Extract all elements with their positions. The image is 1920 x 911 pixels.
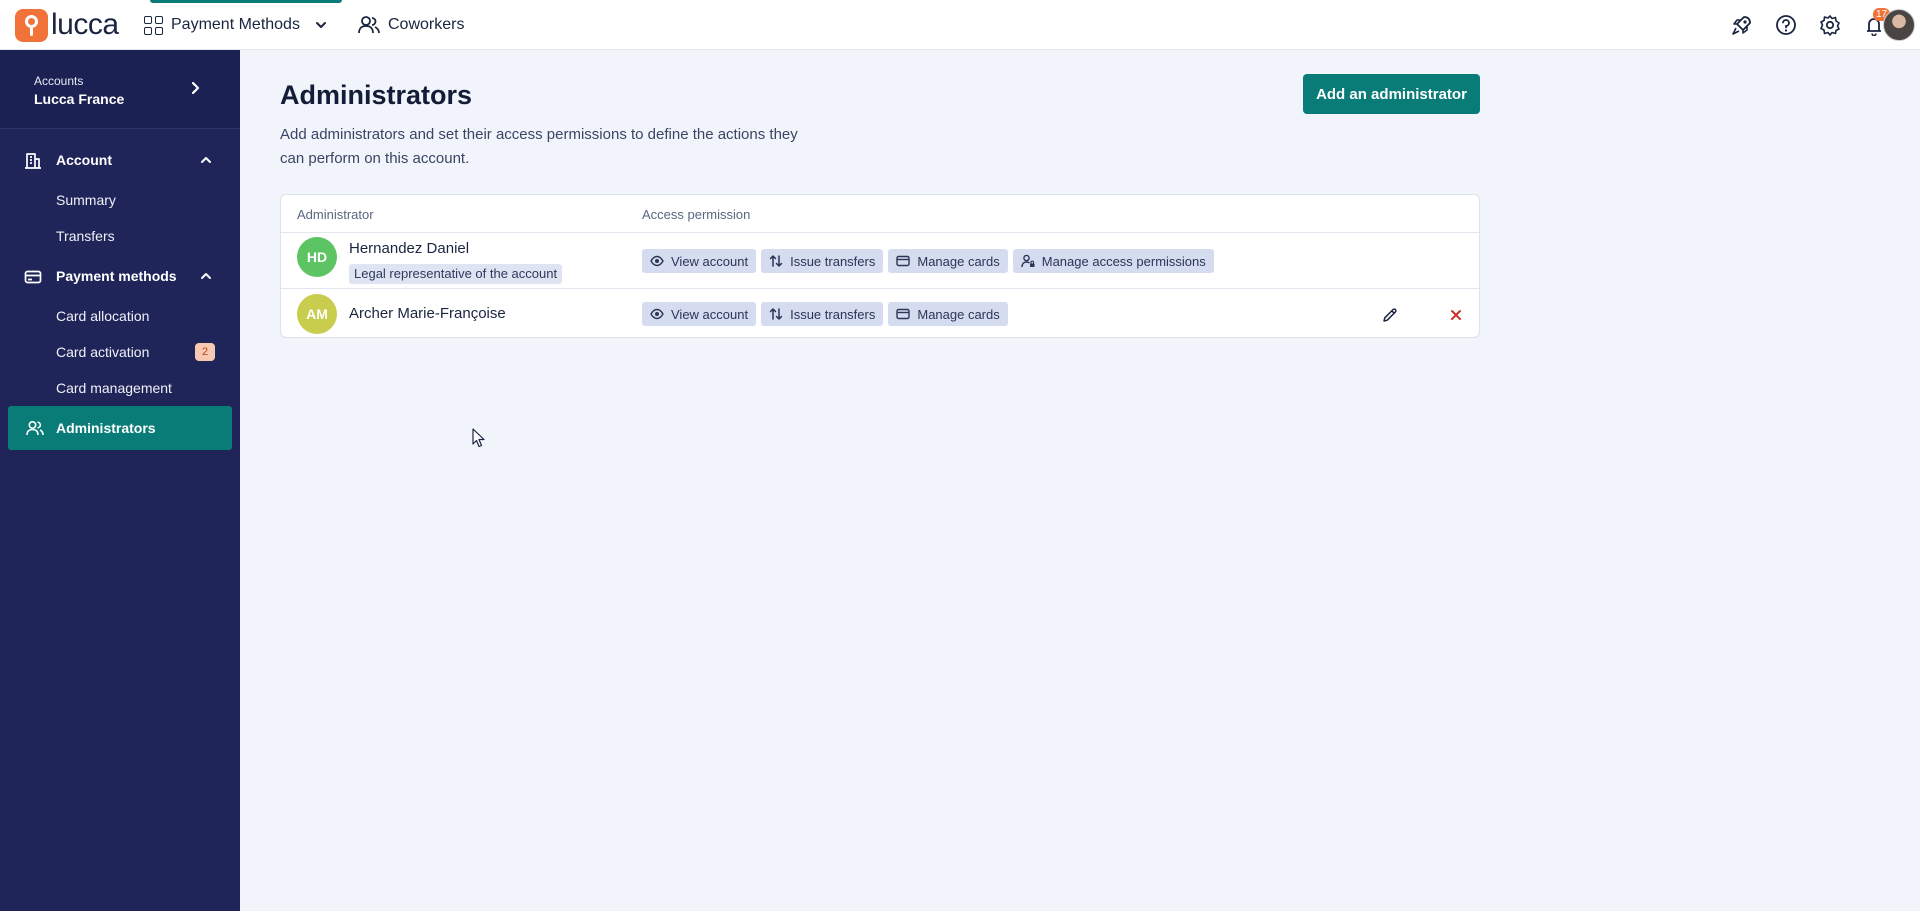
edit-pencil-icon[interactable] <box>1378 303 1402 327</box>
column-header-access-permission: Access permission <box>642 207 751 222</box>
mouse-cursor-icon <box>472 428 485 448</box>
permission-chip-view-account: View account <box>642 249 757 273</box>
permission-label: Issue transfers <box>790 253 876 269</box>
user-lock-icon <box>1021 254 1035 268</box>
tab-coworkers[interactable]: Coworkers <box>358 0 464 50</box>
permission-chip-manage-cards: Manage cards <box>888 249 1008 273</box>
top-bar: lucca Payment Methods Coworkers 17 <box>0 0 1920 50</box>
chevron-right-icon <box>191 81 200 95</box>
avatar: AM <box>297 294 337 334</box>
account-switcher-sublabel: Accounts <box>34 74 84 88</box>
transfer-arrows-icon <box>769 308 783 320</box>
sidebar-item-summary[interactable]: Summary <box>56 192 116 208</box>
credit-card-icon <box>896 255 911 267</box>
credit-card-icon <box>896 308 911 320</box>
permission-label: Manage access permissions <box>1041 253 1206 269</box>
header-divider <box>281 232 1479 233</box>
column-header-administrator: Administrator <box>297 207 374 222</box>
permission-chip-issue-transfers: Issue transfers <box>761 249 884 273</box>
permission-label: Issue transfers <box>790 306 876 322</box>
page-description: Add administrators and set their access … <box>280 126 798 167</box>
administrators-table: Administrator Access permission HD Herna… <box>280 194 1480 338</box>
chevron-up-icon <box>201 157 211 163</box>
add-administrator-button[interactable]: Add an administrator <box>1303 74 1480 114</box>
rocket-icon[interactable] <box>1729 12 1755 38</box>
permission-chip-view-account: View account <box>642 302 757 326</box>
tab-coworkers-label: Coworkers <box>388 16 465 33</box>
account-switcher[interactable]: Accounts Lucca France <box>0 50 240 129</box>
eye-icon <box>650 308 664 320</box>
sidebar-section-payment-methods-label: Payment methods <box>56 268 177 284</box>
credit-card-icon <box>24 270 42 284</box>
tab-payment-methods[interactable]: Payment Methods <box>144 0 342 50</box>
card-activation-badge: 2 <box>195 343 215 361</box>
help-icon[interactable] <box>1773 12 1799 38</box>
transfer-arrows-icon <box>769 255 783 267</box>
row-divider <box>281 288 1479 289</box>
page-title: Administrators <box>280 80 473 110</box>
permission-chip-manage-cards: Manage cards <box>888 302 1008 326</box>
logo-text: lucca <box>51 8 119 41</box>
top-actions: 17 <box>1700 0 1920 50</box>
permission-label: Manage cards <box>917 306 1000 322</box>
sidebar-section-account[interactable]: Account <box>0 140 240 180</box>
sidebar-item-card-activation[interactable]: Card activation <box>56 344 149 360</box>
sidebar-item-card-allocation[interactable]: Card allocation <box>56 308 149 324</box>
account-switcher-name: Lucca France <box>34 91 125 107</box>
permission-label: View account <box>671 306 749 322</box>
tab-payment-methods-label: Payment Methods <box>171 16 300 33</box>
user-avatar[interactable] <box>1883 9 1915 41</box>
settings-icon[interactable] <box>1817 12 1843 38</box>
sidebar-item-transfers[interactable]: Transfers <box>56 228 115 244</box>
sidebar-item-administrators[interactable]: Administrators <box>8 406 232 450</box>
lucca-logo[interactable]: lucca <box>15 8 119 42</box>
sidebar-section-account-label: Account <box>56 152 112 168</box>
avatar: HD <box>297 237 337 277</box>
building-icon <box>25 153 41 169</box>
permission-chip-issue-transfers: Issue transfers <box>761 302 884 326</box>
coworkers-icon <box>358 16 380 34</box>
sidebar-item-card-management[interactable]: Card management <box>56 380 172 396</box>
chevron-down-icon[interactable] <box>314 18 328 32</box>
delete-close-icon[interactable] <box>1444 303 1468 327</box>
permission-label: Manage cards <box>917 253 1000 269</box>
lucca-logo-icon <box>15 8 48 42</box>
sidebar-item-administrators-label: Administrators <box>56 420 156 436</box>
eye-icon <box>650 255 664 267</box>
administrator-name: Hernandez Daniel <box>349 240 470 257</box>
permission-label: View account <box>671 253 749 269</box>
users-icon <box>26 420 44 436</box>
legal-representative-tag: Legal representative of the account <box>349 264 563 284</box>
apps-grid-icon <box>144 15 163 35</box>
sidebar: Accounts Lucca France Account Summary Tr… <box>0 50 240 911</box>
chevron-up-icon <box>201 273 211 279</box>
permission-list: View account Issue transfers Manage card… <box>642 249 1214 273</box>
administrator-name: Archer Marie-Françoise <box>349 305 506 322</box>
permission-list: View account Issue transfers Manage card… <box>642 302 1008 326</box>
permission-chip-manage-access: Manage access permissions <box>1012 249 1214 273</box>
sidebar-section-payment-methods[interactable]: Payment methods <box>0 256 240 296</box>
